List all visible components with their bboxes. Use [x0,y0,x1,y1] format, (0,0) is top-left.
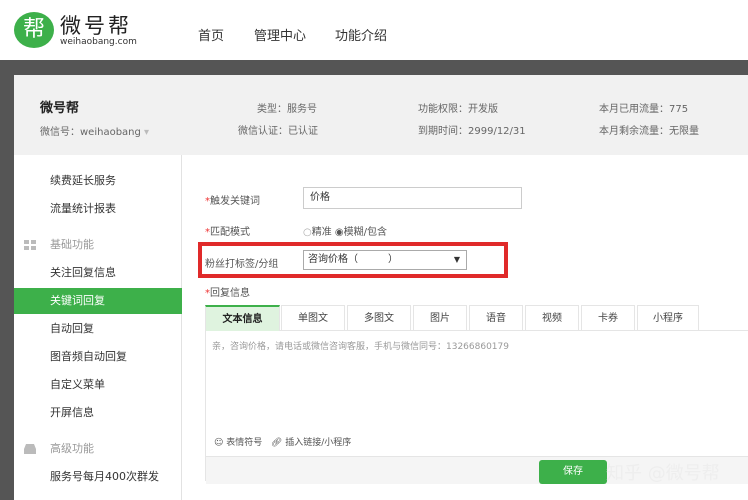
tag-label: 粉丝打标签/分组 [205,259,279,270]
radio-fuzzy[interactable]: ◉模糊/包含 [335,227,387,238]
smile-icon: ☺ [214,438,224,448]
tag-select[interactable]: 咨询价格（ ） ▼ [303,250,467,270]
account-info: 微号帮 微信号：weihaobang ▾ 类型：服务号 微信认证：已认证 功能权… [14,75,748,155]
sidebar-item-keyword-reply[interactable]: 关键词回复 [14,288,182,314]
logo-name: 微号帮 [60,14,132,38]
link-icon: 🔗︎ [270,438,283,448]
grid-icon [24,240,36,250]
account-expire: 到期时间：2999/12/31 [418,126,526,137]
wechat-id: 微信号：weihaobang [40,127,141,138]
sidebar-item-renew[interactable]: 续费延长服务 [14,168,182,194]
sidebar-group-advanced: 高级功能 [14,436,182,462]
tab-text[interactable]: 文本信息 [205,305,280,331]
logo-icon: 帮 [14,12,54,48]
reply-editor[interactable]: 亲，咨询价格，请电话或微信咨询客服，手机与微信同号：13266860179 ☺ … [205,331,748,484]
account-name: 微号帮 [40,101,80,116]
editor-toolbar: ☺ 表情符号 🔗︎ 插入链接/小程序 [214,435,351,448]
sidebar-item-follow-reply[interactable]: 关注回复信息 [14,260,182,286]
insert-link-button[interactable]: 🔗︎ 插入链接/小程序 [271,438,351,448]
main-panel: 微号帮 微信号：weihaobang ▾ 类型：服务号 微信认证：已认证 功能权… [14,75,748,500]
reply-label: *回复信息 [205,288,250,299]
traffic-used: 本月已用流量：775 [599,104,689,115]
tab-mini-program[interactable]: 小程序 [637,305,699,331]
tab-multi-article[interactable]: 多图文 [347,305,411,331]
group-label: 基础功能 [50,238,94,251]
save-button[interactable]: 保存 [539,460,607,484]
nav-management[interactable]: 管理中心 [254,25,306,44]
keyword-label: *触发关键词 [205,196,260,207]
sidebar-item-media-reply[interactable]: 图音频自动回复 [14,344,182,370]
top-header: 帮 微号帮 weihaobang.com 首页 管理中心 功能介绍 [0,0,748,60]
tab-single-article[interactable]: 单图文 [281,305,345,331]
tab-video[interactable]: 视频 [525,305,579,331]
sidebar-item-custom-menu[interactable]: 自定义菜单 [14,372,182,398]
sidebar-group-basic: 基础功能 [14,232,182,258]
account-permission: 功能权限：开发版 [418,104,498,115]
logo-url: weihaobang.com [60,37,137,47]
watermark: 知乎 @微号帮 [606,463,720,484]
traffic-remain: 本月剩余流量：无限量 [599,126,699,137]
sidebar-item-traffic[interactable]: 流量统计报表 [14,196,182,222]
tab-voice[interactable]: 语音 [469,305,523,331]
account-verify: 微信认证：已认证 [238,126,318,137]
tab-coupon[interactable]: 卡券 [581,305,635,331]
radio-exact[interactable]: ○精准 [303,227,332,238]
reply-tabs: 文本信息 单图文 多图文 图片 语音 视频 卡券 小程序 [205,305,748,331]
match-options: ○精准 ◉模糊/包含 [303,223,387,238]
keyword-input[interactable]: 价格 [303,187,522,209]
inbox-icon [24,444,36,454]
sidebar: 续费延长服务 流量统计报表 基础功能 关注回复信息 关键词回复 自动回复 图音频… [14,155,182,500]
wechat-id-dropdown[interactable]: 微信号：weihaobang ▾ [40,123,149,138]
group-label: 高级功能 [50,442,94,455]
sidebar-item-auto-reply[interactable]: 自动回复 [14,316,182,342]
nav-home[interactable]: 首页 [198,25,224,44]
account-type: 类型：服务号 [257,104,317,115]
chevron-down-icon: ▾ [144,127,150,138]
sidebar-item-splash[interactable]: 开屏信息 [14,400,182,426]
emoji-button[interactable]: ☺ 表情符号 [214,438,262,448]
match-label: *匹配模式 [205,227,250,238]
tab-image[interactable]: 图片 [413,305,467,331]
nav-features[interactable]: 功能介绍 [335,25,387,44]
editor-footer: 保存 知乎 @微号帮 [206,456,748,484]
sidebar-item-mass-send[interactable]: 服务号每月400次群发 [14,464,182,490]
reply-text: 亲，咨询价格，请电话或微信咨询客服，手机与微信同号：13266860179 [212,342,509,352]
dropdown-arrow-icon: ▼ [453,255,460,264]
